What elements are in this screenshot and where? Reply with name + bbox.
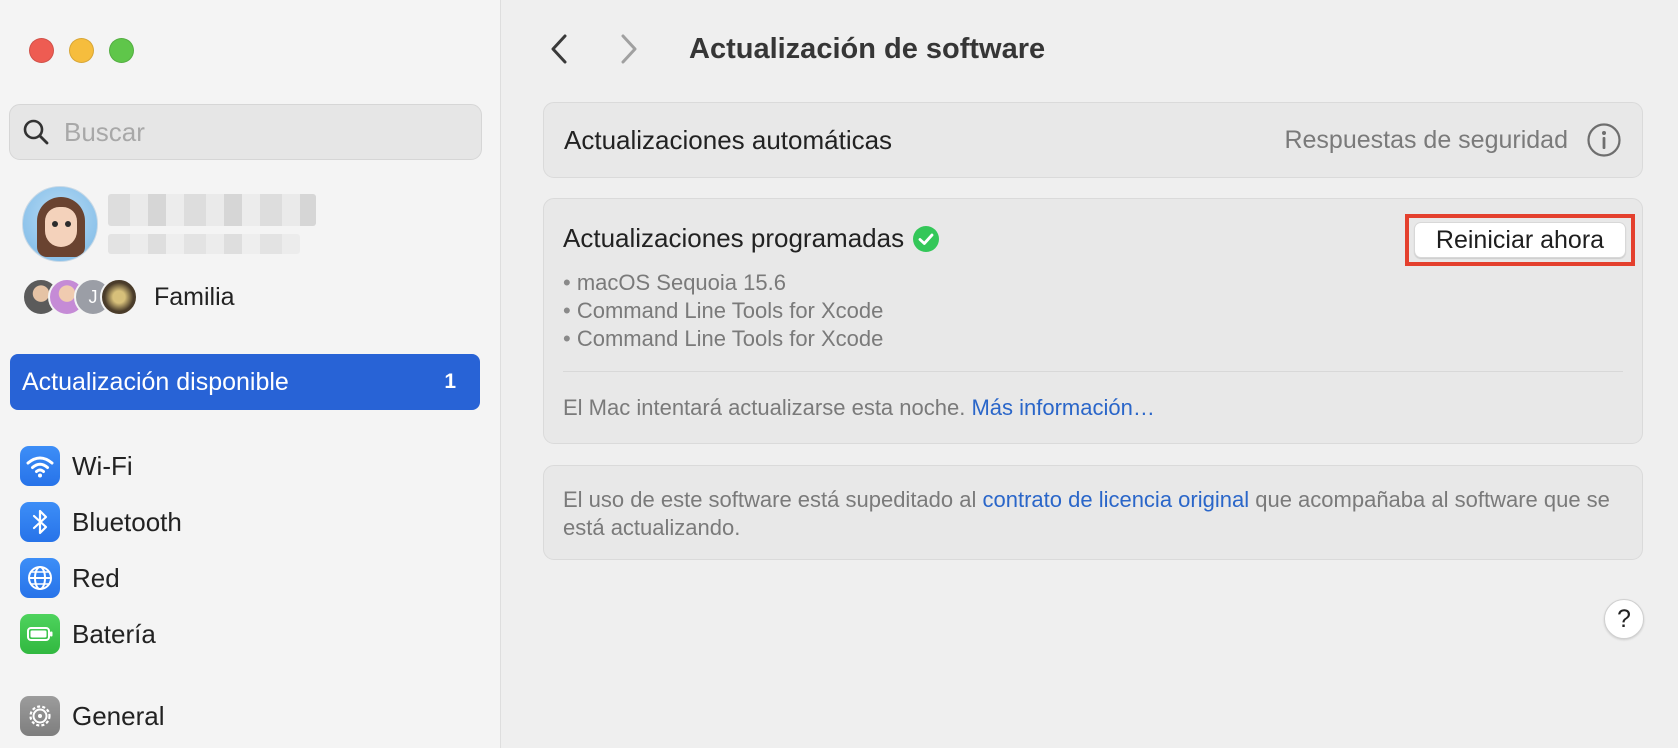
sidebar-item-label: Batería bbox=[72, 618, 156, 649]
bluetooth-icon bbox=[20, 502, 60, 542]
chevron-right-icon bbox=[621, 34, 637, 64]
sidebar-item-label: General bbox=[72, 700, 165, 731]
help-button[interactable]: ? bbox=[1604, 599, 1644, 639]
automatic-updates-value: Respuestas de seguridad bbox=[1284, 125, 1568, 154]
sidebar-item-label: Actualización disponible bbox=[22, 367, 289, 396]
sidebar-item-network[interactable]: Red bbox=[20, 550, 182, 606]
license-agreement-link[interactable]: contrato de licencia original bbox=[983, 487, 1250, 512]
license-text-before: El uso de este software está supeditado … bbox=[563, 487, 977, 512]
automatic-updates-label: Actualizaciones automáticas bbox=[564, 124, 893, 155]
minimize-window-button[interactable] bbox=[69, 38, 94, 63]
close-window-button[interactable] bbox=[29, 38, 54, 63]
page-title: Actualización de software bbox=[689, 32, 1046, 65]
search-input[interactable] bbox=[64, 116, 464, 148]
sidebar-item-label: Red bbox=[72, 562, 120, 593]
window-controls bbox=[29, 38, 134, 63]
license-card: El uso de este software está supeditado … bbox=[543, 465, 1643, 560]
sidebar-item-software-update[interactable]: Actualización disponible 1 bbox=[10, 354, 480, 410]
family-row[interactable]: J Familia bbox=[22, 278, 235, 316]
globe-icon bbox=[20, 558, 60, 598]
chevron-left-icon bbox=[551, 34, 567, 64]
family-avatar bbox=[100, 278, 138, 316]
settings-window: J Familia Actualización disponible 1 bbox=[0, 0, 1678, 748]
list-item: Command Line Tools for Xcode bbox=[563, 297, 884, 325]
update-count-badge: 1 bbox=[444, 370, 456, 393]
family-avatars: J bbox=[22, 278, 138, 316]
sidebar-item-general[interactable]: General bbox=[20, 688, 182, 744]
license-text: El uso de este software está supeditado … bbox=[563, 486, 1623, 542]
search-icon bbox=[23, 119, 49, 145]
sidebar-item-bluetooth[interactable]: Bluetooth bbox=[20, 494, 182, 550]
zoom-window-button[interactable] bbox=[109, 38, 134, 63]
highlight-box: Reiniciar ahora bbox=[1405, 214, 1635, 266]
sidebar-nav: Wi-Fi Bluetooth Red Batería General bbox=[20, 438, 182, 744]
forward-button[interactable] bbox=[611, 29, 647, 69]
sidebar-item-battery[interactable]: Batería bbox=[20, 606, 182, 662]
battery-icon bbox=[20, 614, 60, 654]
wifi-icon bbox=[20, 446, 60, 486]
sidebar-item-label: Wi-Fi bbox=[72, 450, 133, 481]
sidebar-item-wifi[interactable]: Wi-Fi bbox=[20, 438, 182, 494]
info-icon[interactable] bbox=[1586, 122, 1622, 158]
checkmark-circle-icon bbox=[913, 225, 940, 252]
family-label: Familia bbox=[154, 282, 235, 311]
schedule-note-text: El Mac intentará actualizarse esta noche… bbox=[563, 395, 966, 420]
toolbar: Actualización de software bbox=[541, 26, 1045, 72]
divider bbox=[563, 371, 1623, 372]
update-list: macOS Sequoia 15.6 Command Line Tools fo… bbox=[563, 269, 884, 353]
scheduled-updates-card: Actualizaciones programadas Reiniciar ah… bbox=[543, 198, 1643, 444]
account-name-redacted bbox=[108, 194, 316, 254]
scheduled-updates-title: Actualizaciones programadas bbox=[563, 223, 905, 253]
list-item: Command Line Tools for Xcode bbox=[563, 325, 884, 353]
more-info-link[interactable]: Más información… bbox=[971, 395, 1154, 420]
automatic-updates-row: Actualizaciones automáticas Respuestas d… bbox=[543, 102, 1643, 178]
back-button[interactable] bbox=[541, 29, 577, 69]
search-field[interactable] bbox=[9, 104, 482, 160]
restart-now-button[interactable]: Reiniciar ahora bbox=[1414, 222, 1626, 258]
main-content: Actualización de software Actualizacione… bbox=[501, 0, 1678, 748]
list-item: macOS Sequoia 15.6 bbox=[563, 269, 883, 297]
sidebar-item-label: Bluetooth bbox=[72, 506, 182, 537]
avatar bbox=[22, 186, 98, 262]
apple-account-row[interactable] bbox=[22, 186, 316, 262]
sidebar: J Familia Actualización disponible 1 bbox=[0, 0, 501, 748]
schedule-note: El Mac intentará actualizarse esta noche… bbox=[563, 395, 1155, 421]
gear-icon bbox=[20, 696, 60, 736]
